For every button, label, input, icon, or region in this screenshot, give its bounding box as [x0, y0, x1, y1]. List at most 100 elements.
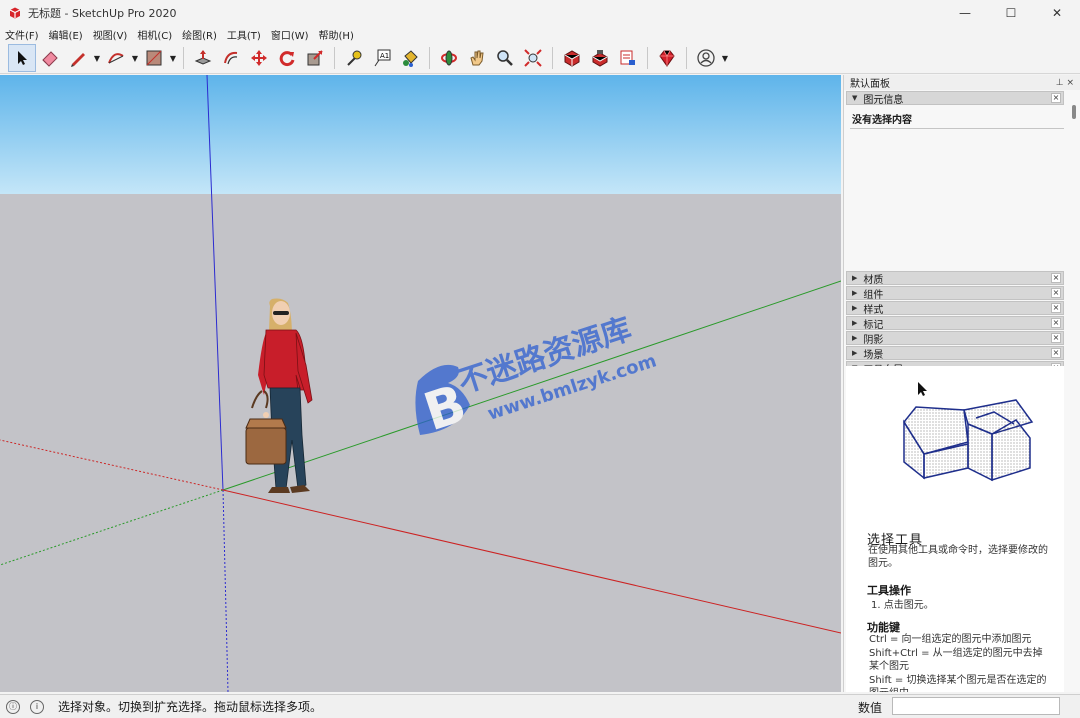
magnifier-icon [497, 50, 513, 66]
collapsed-arrow-icon: ▶ [852, 304, 858, 312]
select-tool[interactable] [8, 44, 36, 72]
panel-shadows[interactable]: ▶ 阴影 × [846, 331, 1064, 346]
push-pull-tool[interactable] [189, 44, 217, 72]
ruby-gem-icon [659, 50, 675, 67]
line-tool[interactable] [64, 44, 92, 72]
rectangle-tool-dropdown[interactable]: ▼ [168, 44, 178, 72]
move-tool[interactable] [245, 44, 273, 72]
tray-header: 默认面板 ⊥ × [844, 75, 1080, 90]
menu-view[interactable]: 视图(V) [93, 27, 128, 42]
layout-button[interactable] [614, 44, 642, 72]
extension-warehouse-button[interactable] [586, 44, 614, 72]
eraser-tool[interactable] [36, 44, 64, 72]
offset-tool[interactable] [217, 44, 245, 72]
geolocation-icon[interactable]: ⓘ [6, 699, 20, 714]
instructor-description: 在使用其他工具或命令时，选择要修改的图元。 [868, 545, 1048, 569]
zoom-tool[interactable] [491, 44, 519, 72]
cursor-arrow-icon [918, 382, 927, 396]
panel-entity-info[interactable]: ▼ 图元信息 × [846, 91, 1064, 106]
rotate-icon [279, 51, 295, 67]
orbit-icon [441, 50, 457, 66]
toolbar-separator [183, 47, 184, 69]
arc-icon [108, 53, 124, 64]
close-icon[interactable]: × [1051, 303, 1061, 313]
text-tool[interactable]: A1 [368, 44, 396, 72]
info-icon[interactable]: i [30, 699, 44, 714]
collapsed-arrow-icon: ▶ [852, 334, 858, 342]
toolbar-separator [552, 47, 553, 69]
toolbar-separator [334, 47, 335, 69]
push-pull-icon [194, 50, 212, 65]
close-button[interactable]: ✕ [1034, 0, 1080, 26]
arc-tool-dropdown[interactable]: ▼ [130, 44, 140, 72]
modeling-viewport[interactable]: B 不迷路资源库 www.bmlzyk.com [0, 75, 841, 692]
tray-scrollbar[interactable] [1072, 105, 1076, 119]
instructor-key-item: Ctrl = 向一组选定的图元中添加图元 [869, 634, 1032, 645]
expanded-arrow-icon: ▼ [852, 94, 858, 102]
line-tool-dropdown[interactable]: ▼ [92, 44, 102, 72]
collapsed-arrow-icon: ▶ [852, 289, 858, 297]
panel-label: 材质 [863, 274, 884, 286]
zoom-extents-icon [524, 49, 542, 67]
hand-icon [470, 50, 484, 66]
account-dropdown[interactable]: ▼ [720, 44, 730, 72]
maximize-button[interactable]: ☐ [988, 0, 1034, 26]
panel-label: 标记 [863, 319, 884, 331]
arc-tool[interactable] [102, 44, 130, 72]
panel-label: 样式 [863, 304, 884, 316]
pin-icon[interactable]: ⊥ × [1056, 78, 1074, 88]
menu-file[interactable]: 文件(F) [5, 27, 39, 42]
instructor-operation-item: 1. 点击图元。 [871, 600, 934, 611]
menu-help[interactable]: 帮助(H) [319, 27, 354, 42]
panel-scenes[interactable]: ▶ 场景 × [846, 346, 1064, 361]
sketchup-logo-icon [9, 7, 21, 19]
toolbar-separator [647, 47, 648, 69]
status-message: 选择对象。切换到扩充选择。拖动鼠标选择多项。 [58, 700, 323, 714]
collapsed-arrow-icon: ▶ [852, 349, 858, 357]
panel-label: 组件 [863, 289, 884, 301]
sketchup-window: 无标题 - SketchUp Pro 2020 — ☐ ✕ 文件(F) 编辑(E… [0, 0, 1080, 718]
instructor-key-item: Shift = 切换选择某个图元是否在选定的图元组中 [869, 675, 1047, 692]
panel-tags[interactable]: ▶ 标记 × [846, 316, 1064, 331]
panel-label: 图元信息 [863, 94, 904, 106]
text-icon: A1 [374, 49, 391, 67]
menu-camera[interactable]: 相机(C) [137, 27, 172, 42]
3d-warehouse-button[interactable] [558, 44, 586, 72]
instructor-illustration [903, 382, 1034, 482]
minimize-button[interactable]: — [942, 0, 988, 26]
measurements-input[interactable] [892, 697, 1060, 715]
send-to-layout-icon [620, 50, 635, 65]
close-icon[interactable]: × [1051, 273, 1061, 283]
scale-tool[interactable] [301, 44, 329, 72]
menu-tools[interactable]: 工具(T) [227, 27, 261, 42]
close-icon[interactable]: × [1051, 93, 1061, 103]
arrow-icon [18, 51, 27, 65]
menu-draw[interactable]: 绘图(R) [182, 27, 217, 42]
rotate-tool[interactable] [273, 44, 301, 72]
paint-bucket-tool[interactable] [396, 44, 424, 72]
zoom-extents-tool[interactable] [519, 44, 547, 72]
instructor-content: 选择工具 在使用其他工具或命令时，选择要修改的图元。 工具操作 1. 点击图元。… [846, 366, 1064, 692]
scene-canvas[interactable]: B 不迷路资源库 www.bmlzyk.com [0, 75, 841, 692]
panel-styles[interactable]: ▶ 样式 × [846, 301, 1064, 316]
tape-measure-tool[interactable] [340, 44, 368, 72]
panel-materials[interactable]: ▶ 材质 × [846, 271, 1064, 286]
close-icon[interactable]: × [1051, 288, 1061, 298]
menu-window[interactable]: 窗口(W) [271, 27, 309, 42]
close-icon[interactable]: × [1051, 348, 1061, 358]
close-icon[interactable]: × [1051, 318, 1061, 328]
no-selection-text: 没有选择内容 [852, 115, 912, 126]
panel-components[interactable]: ▶ 组件 × [846, 286, 1064, 301]
extension-warehouse-icon [592, 50, 608, 67]
panel-label: 场景 [863, 349, 884, 361]
pan-tool[interactable] [463, 44, 491, 72]
orbit-tool[interactable] [435, 44, 463, 72]
collapsed-arrow-icon: ▶ [852, 319, 858, 327]
rectangle-tool[interactable] [140, 44, 168, 72]
account-button[interactable] [692, 44, 720, 72]
menu-bar: 文件(F) 编辑(E) 视图(V) 相机(C) 绘图(R) 工具(T) 窗口(W… [0, 26, 1080, 42]
extension-manager-button[interactable] [653, 44, 681, 72]
menu-edit[interactable]: 编辑(E) [49, 27, 83, 42]
close-icon[interactable]: × [1051, 333, 1061, 343]
panel-label: 阴影 [863, 334, 884, 346]
